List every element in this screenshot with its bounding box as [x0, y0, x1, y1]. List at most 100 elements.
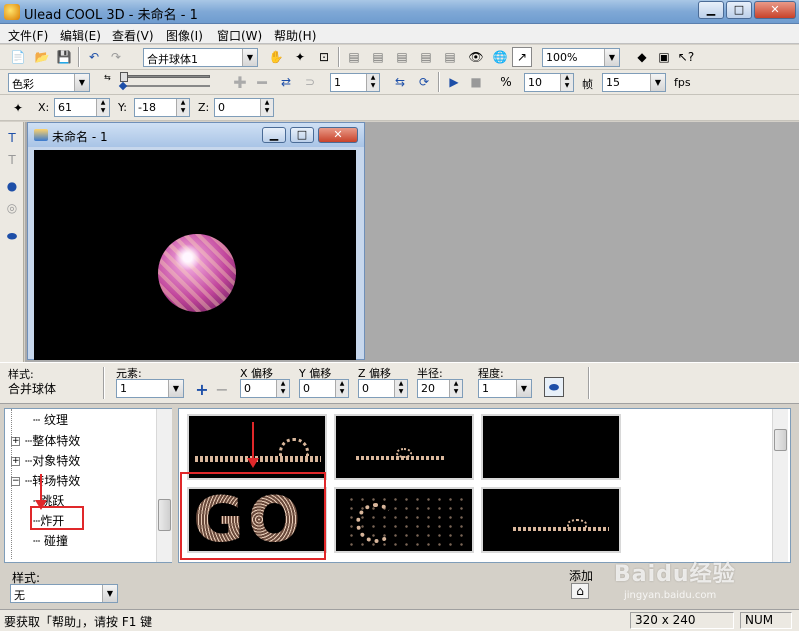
menu-image[interactable]: 图像(I) — [166, 27, 203, 44]
menu-edit[interactable]: 编辑(E) — [60, 27, 101, 44]
swap-icon[interactable]: ⇄ — [276, 72, 296, 92]
close-button[interactable]: ✕ — [754, 1, 796, 19]
color-select[interactable]: 色彩 ▼ — [8, 73, 90, 92]
add-element-icon[interactable]: + — [192, 379, 212, 399]
tree-scrollbar[interactable] — [156, 409, 172, 562]
maximize-button[interactable]: □ — [726, 1, 752, 19]
doc-minimize-button[interactable]: ▁ — [262, 127, 286, 143]
z-input[interactable]: 0 ▲ ▼ — [214, 98, 274, 117]
select-tool-icon[interactable]: ◎ — [2, 198, 22, 218]
fps-select[interactable]: 15 ▼ — [602, 73, 666, 92]
effect-thumbnail-3[interactable] — [481, 414, 621, 480]
undo-icon[interactable]: ↶ — [84, 47, 104, 67]
title-bar: Ulead COOL 3D - 未命名 - 1 ▁ □ ✕ — [0, 0, 799, 24]
fit-view-icon[interactable]: ⊡ — [314, 47, 334, 67]
slider-thumb[interactable] — [120, 72, 128, 82]
x-input[interactable]: 61 ▲ ▼ — [54, 98, 110, 117]
chart-icon[interactable]: ↗ — [512, 47, 532, 67]
element-select[interactable]: 1 ▼ — [116, 379, 184, 398]
sphere-object[interactable] — [158, 234, 236, 312]
effect-thumbnail-6[interactable] — [481, 487, 621, 553]
thumbnails-scrollbar[interactable] — [772, 409, 788, 562]
document-title: 未命名 - 1 — [52, 130, 108, 144]
x-offset-input[interactable]: 0 ▲ ▼ — [240, 379, 290, 398]
print-icon[interactable]: ▤ — [344, 47, 364, 67]
timeline-slider[interactable] — [120, 75, 210, 78]
menu-view[interactable]: 查看(V) — [112, 27, 154, 44]
radius-input[interactable]: 20 ▲ ▼ — [417, 379, 463, 398]
menu-file[interactable]: 文件(F) — [8, 27, 48, 44]
window-title: Ulead COOL 3D - 未命名 - 1 — [24, 8, 198, 23]
add-house-icon[interactable]: ⌂ — [571, 583, 589, 599]
property-bar: 样式: 合并球体 元素: 1 ▼ + − X 偏移 0 ▲ ▼ Y 偏移 0 ▲ ▼ Z … — [0, 362, 799, 404]
y-offset-input[interactable]: 0 ▲ ▼ — [299, 379, 349, 398]
collapse-icon[interactable]: − — [11, 477, 20, 486]
menu-help[interactable]: 帮助(H) — [274, 27, 316, 44]
fps-label: fps — [674, 76, 691, 89]
render-icon-2[interactable]: ▤ — [392, 47, 412, 67]
rotate-tool-icon[interactable]: ✦ — [290, 47, 310, 67]
effect-thumbnail-2[interactable] — [334, 414, 474, 480]
loop-icon[interactable]: ⇆ — [390, 72, 410, 92]
doc-maximize-button[interactable]: □ — [290, 127, 314, 143]
expand-icon[interactable]: + — [11, 437, 20, 446]
save-icon[interactable]: 💾 — [54, 47, 74, 67]
bottom-style-select[interactable]: 无 ▼ — [10, 584, 118, 603]
link-icon[interactable]: ⬬ — [544, 377, 564, 397]
link-tool-icon[interactable]: ⬬ — [2, 226, 22, 246]
hand-icon[interactable]: ✋ — [266, 47, 286, 67]
render-icon-1[interactable]: ▤ — [368, 47, 388, 67]
add-label: 添加 — [569, 569, 594, 583]
expand-icon[interactable]: + — [11, 457, 20, 466]
tree-item-texture[interactable]: ┄ 纹理 — [33, 411, 68, 428]
degree-select[interactable]: 1 ▼ — [478, 379, 532, 398]
move-tool-icon[interactable]: ✦ — [8, 98, 28, 118]
text-edit-icon[interactable]: T — [2, 150, 22, 170]
keyframe-marker[interactable] — [118, 81, 128, 91]
z-offset-input[interactable]: 0 ▲ ▼ — [358, 379, 408, 398]
object-tool-icon[interactable]: ● — [2, 176, 22, 196]
logo-icon[interactable]: ◆ — [632, 47, 652, 67]
percent-icon[interactable]: % — [496, 72, 516, 92]
document-icon — [34, 129, 48, 141]
redo-icon[interactable]: ↷ — [106, 47, 126, 67]
zoom-select[interactable]: 100% ▼ — [542, 48, 620, 67]
reverse-icon[interactable]: ⊃ — [300, 72, 320, 92]
help-pointer-icon[interactable]: ↖? — [676, 47, 696, 67]
highlight-arrow-thumbnail — [247, 422, 259, 468]
render-icon-4[interactable]: ▤ — [440, 47, 460, 67]
frame-count-input[interactable]: 10 ▲ ▼ — [524, 73, 574, 92]
effect-thumbnail-5[interactable] — [334, 487, 474, 553]
menu-window[interactable]: 窗口(W) — [217, 27, 262, 44]
object-select[interactable]: 合并球体1 ▼ — [143, 48, 258, 67]
app-icon — [4, 4, 20, 20]
open-folder-icon[interactable]: 📂 — [32, 47, 52, 67]
style-value: 合并球体 — [8, 382, 57, 396]
y-input[interactable]: -18 ▲ ▼ — [134, 98, 190, 117]
effect-thumbnail-1[interactable] — [187, 414, 327, 480]
remove-key-icon[interactable]: ━ — [252, 72, 272, 92]
doc-close-button[interactable]: ✕ — [318, 127, 358, 143]
render-icon-3[interactable]: ▤ — [416, 47, 436, 67]
minimize-button[interactable]: ▁ — [698, 1, 724, 19]
remove-element-icon[interactable]: − — [212, 379, 232, 399]
repeat-icon[interactable]: ⟳ — [414, 72, 434, 92]
tree-item-object-effects[interactable]: ┄对象特效 — [25, 452, 80, 469]
eye-icon[interactable]: 👁 — [466, 47, 486, 67]
text-tool-icon[interactable]: T — [2, 128, 22, 148]
picture-icon[interactable]: ▣ — [654, 47, 674, 67]
tree-item-collision[interactable]: ┄ 碰撞 — [33, 532, 68, 549]
frame-input[interactable]: 1 ▲ ▼ — [330, 73, 380, 92]
left-tool-strip: T T ● ◎ ⬬ — [0, 122, 24, 362]
animation-toolbar: 色彩 ▼ ⇆ ✚ ━ ⇄ ⊃ 1 ▲ ▼ ⇆ ⟳ ▶ ■ % 10 ▲ ▼ 帧 15 ▼ f… — [0, 70, 799, 95]
add-key-icon[interactable]: ✚ — [230, 72, 250, 92]
watermark: Baidu经验 — [614, 562, 736, 587]
play-icon[interactable]: ▶ — [444, 72, 464, 92]
globe-icon[interactable]: 🌐 — [490, 47, 510, 67]
stop-icon[interactable]: ■ — [466, 72, 486, 92]
tree-item-global-effects[interactable]: ┄整体特效 — [25, 432, 80, 449]
menu-bar: 文件(F) 编辑(E) 查看(V) 图像(I) 窗口(W) 帮助(H) — [0, 24, 799, 44]
new-file-icon[interactable]: 📄 — [8, 47, 28, 67]
tree-item-transition-effects[interactable]: ┄转场特效 — [25, 472, 80, 489]
main-toolbar: 📄 📂 💾 ↶ ↷ 合并球体1 ▼ ✋ ✦ ⊡ ▤ ▤ ▤ ▤ ▤ 👁 🌐 ↗ 1… — [0, 45, 799, 70]
